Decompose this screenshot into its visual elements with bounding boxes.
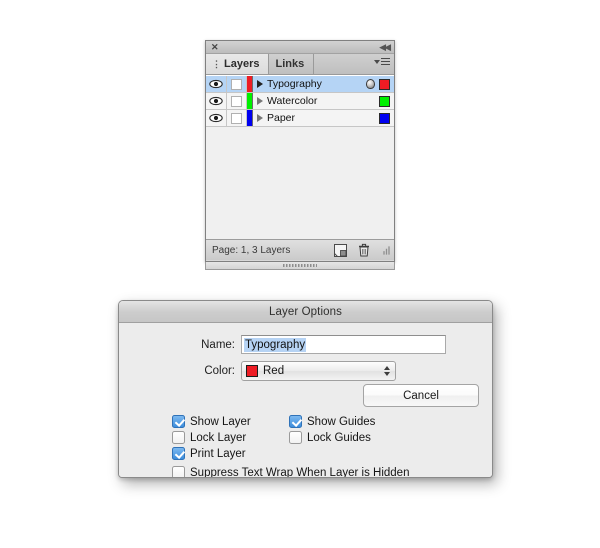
panel-statusbar: Page: 1, 3 Layers xyxy=(206,239,394,260)
chevron-down-icon xyxy=(374,60,380,64)
disclosure-triangle-icon[interactable] xyxy=(257,114,263,122)
trash-icon[interactable] xyxy=(358,243,370,257)
layer-color-swatch[interactable] xyxy=(379,78,390,90)
tab-layers-label: Layers xyxy=(224,58,260,70)
color-label: Color: xyxy=(204,365,235,377)
table-row[interactable]: Typography xyxy=(206,76,394,93)
hamburger-lines-icon xyxy=(381,58,390,66)
new-layer-icon[interactable] xyxy=(334,243,347,257)
disclosure-triangle-icon[interactable] xyxy=(257,97,263,105)
checkbox-checked-icon xyxy=(172,415,185,428)
layer-list[interactable]: Typography Watercolor Paper xyxy=(206,75,394,239)
panel-titlebar[interactable]: ✕ ◀◀ xyxy=(206,41,394,54)
layer-lock-toggle[interactable] xyxy=(227,76,247,92)
layer-name-label: Watercolor xyxy=(267,95,318,107)
checkbox-unchecked-icon xyxy=(172,431,185,444)
tabbar-filler xyxy=(314,54,394,74)
drag-dots-icon xyxy=(283,264,317,267)
eye-icon xyxy=(209,96,223,106)
layers-panel[interactable]: ✕ ◀◀ ⋮ Layers Links Typography Watercolo… xyxy=(205,40,395,262)
eye-icon xyxy=(209,79,223,89)
checkbox-show-guides-label: Show Guides xyxy=(307,415,376,428)
layer-name-cell[interactable]: Typography xyxy=(253,76,366,92)
checkbox-unchecked-icon xyxy=(289,431,302,444)
eye-icon xyxy=(209,113,223,123)
checkbox-lock-layer[interactable]: Lock Layer xyxy=(172,431,289,444)
layer-name-cell[interactable]: Watercolor xyxy=(253,93,379,109)
checkbox-print-layer-label: Print Layer xyxy=(190,447,246,460)
name-input-value: Typography xyxy=(244,337,307,352)
checkbox-grid: Show Layer Show Guides Lock Layer Lock G… xyxy=(172,415,492,478)
close-icon[interactable]: ✕ xyxy=(211,42,219,53)
table-row[interactable]: Watercolor xyxy=(206,93,394,110)
color-select-value: Red xyxy=(263,365,285,377)
checkbox-suppress-text-wrap[interactable]: Suppress Text Wrap When Layer is Hidden xyxy=(172,466,492,478)
layer-color-swatch[interactable] xyxy=(379,95,390,107)
tab-layers[interactable]: ⋮ Layers xyxy=(206,54,270,74)
chevron-down-icon xyxy=(384,372,390,376)
checkbox-show-layer-label: Show Layer xyxy=(190,415,251,428)
target-circle-icon[interactable] xyxy=(366,79,375,89)
tab-links[interactable]: Links xyxy=(269,54,315,74)
layer-name-cell[interactable]: Paper xyxy=(253,110,379,126)
checkbox-show-guides[interactable]: Show Guides xyxy=(289,415,492,428)
checkbox-checked-icon xyxy=(172,447,185,460)
lock-placeholder-icon xyxy=(231,112,242,124)
layer-row-right xyxy=(379,93,394,109)
table-row[interactable]: Paper xyxy=(206,110,394,127)
collapse-panel-icon[interactable]: ◀◀ xyxy=(379,41,391,54)
color-select[interactable]: Red xyxy=(241,361,396,381)
tab-grip-icon: ⋮ xyxy=(212,58,221,69)
name-label: Name: xyxy=(201,338,235,351)
checkbox-lock-layer-label: Lock Layer xyxy=(190,431,247,444)
checkbox-print-layer[interactable]: Print Layer xyxy=(172,447,289,460)
layer-count-status: Page: 1, 3 Layers xyxy=(212,244,291,256)
checkbox-suppress-text-wrap-label: Suppress Text Wrap When Layer is Hidden xyxy=(190,466,410,478)
dialog-title: Layer Options xyxy=(269,305,342,318)
panel-menu-icon[interactable] xyxy=(374,58,390,66)
layer-name-label: Typography xyxy=(267,78,322,90)
layer-lock-toggle[interactable] xyxy=(227,93,247,109)
layer-options-dialog[interactable]: Layer Options Name: Typography Color: Re… xyxy=(118,300,493,478)
grid-spacer xyxy=(289,447,492,460)
name-field-row: Name: Typography xyxy=(119,335,492,354)
color-field-row: Color: Red xyxy=(119,361,492,381)
name-input[interactable]: Typography xyxy=(241,335,446,354)
panel-tabbar: ⋮ Layers Links xyxy=(206,54,394,75)
layer-row-right xyxy=(379,110,394,126)
checkbox-area: Show Layer Show Guides Lock Layer Lock G… xyxy=(172,415,492,478)
chevron-up-icon xyxy=(384,366,390,370)
layer-visibility-toggle[interactable] xyxy=(206,76,227,92)
checkbox-lock-guides-label: Lock Guides xyxy=(307,431,371,444)
checkbox-unchecked-icon xyxy=(172,466,185,477)
layer-name-label: Paper xyxy=(267,112,296,124)
layer-visibility-toggle[interactable] xyxy=(206,93,227,109)
panel-action-icons xyxy=(334,240,390,260)
dialog-body: Name: Typography Color: Red Cancel Show … xyxy=(119,323,492,478)
tab-links-label: Links xyxy=(275,58,305,70)
layer-row-right xyxy=(366,76,394,92)
color-swatch-icon xyxy=(246,365,258,377)
panel-drag-handle[interactable] xyxy=(205,262,395,270)
resize-grip-icon[interactable] xyxy=(381,245,390,255)
layer-lock-toggle[interactable] xyxy=(227,110,247,126)
checkbox-lock-guides[interactable]: Lock Guides xyxy=(289,431,492,444)
disclosure-triangle-icon[interactable] xyxy=(257,80,263,88)
layer-color-swatch[interactable] xyxy=(379,112,390,124)
cancel-button[interactable]: Cancel xyxy=(363,384,479,407)
layer-visibility-toggle[interactable] xyxy=(206,110,227,126)
stepper-arrows-icon[interactable] xyxy=(384,366,390,376)
lock-placeholder-icon xyxy=(231,78,242,90)
dialog-titlebar[interactable]: Layer Options xyxy=(119,301,492,323)
checkbox-show-layer[interactable]: Show Layer xyxy=(172,415,289,428)
lock-placeholder-icon xyxy=(231,95,242,107)
checkbox-checked-icon xyxy=(289,415,302,428)
